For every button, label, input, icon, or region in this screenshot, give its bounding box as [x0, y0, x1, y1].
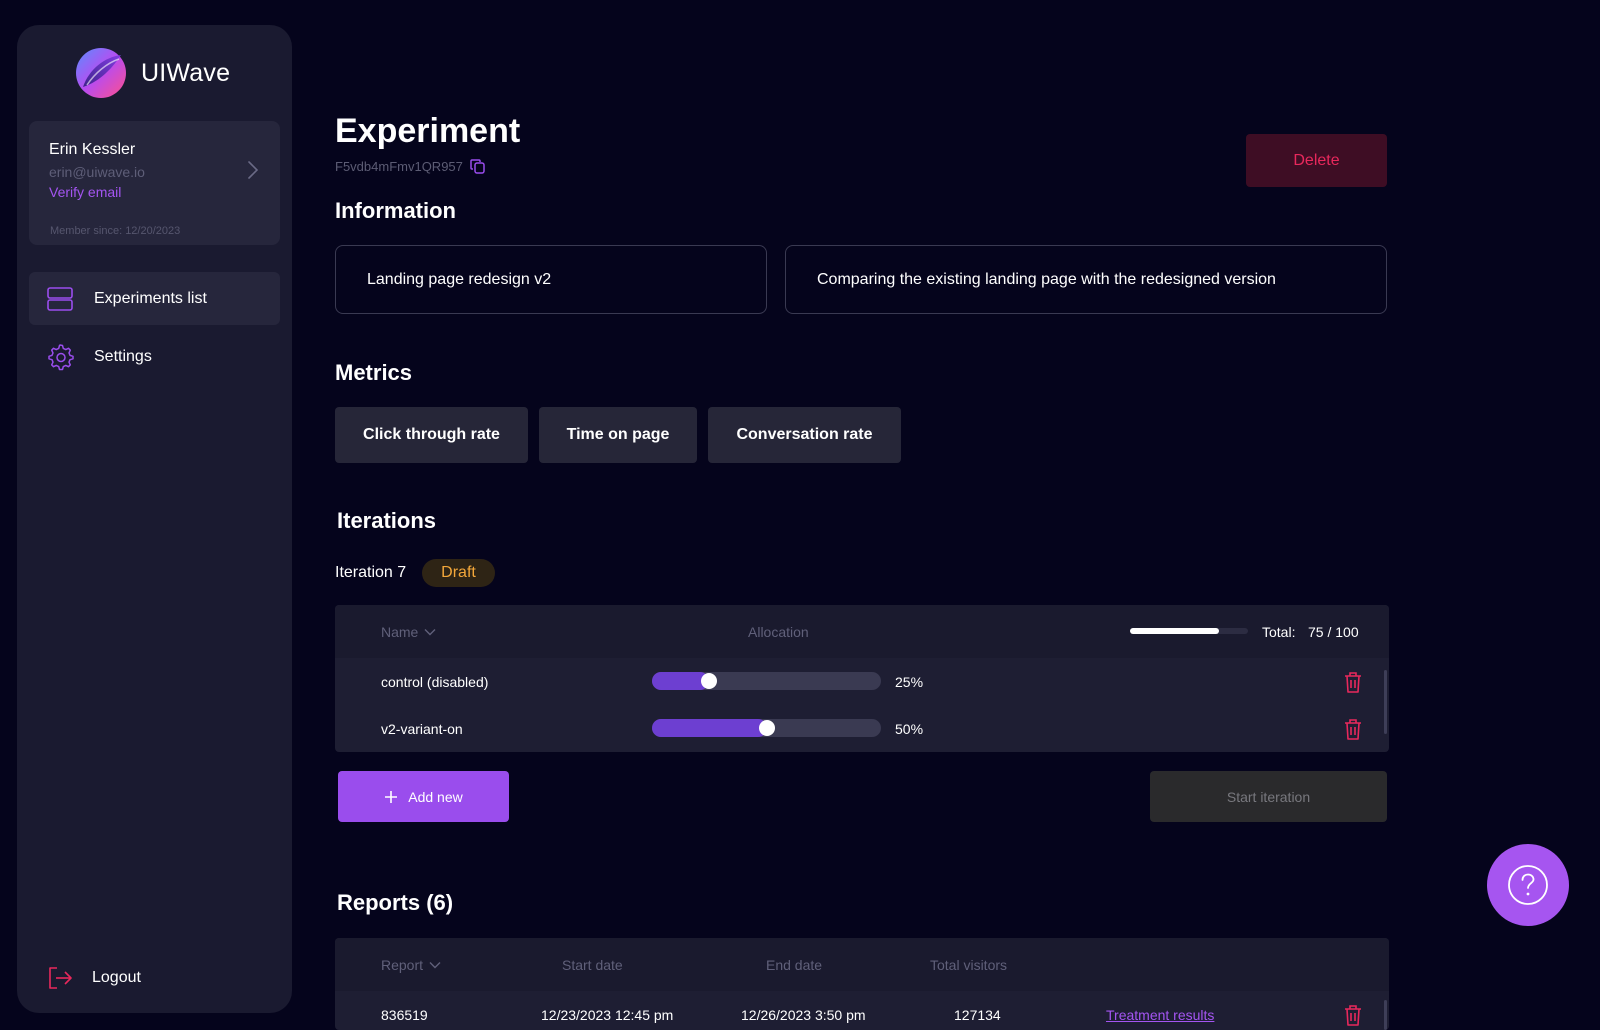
report-id: 836519 [381, 1006, 428, 1023]
trash-icon[interactable] [1342, 670, 1364, 694]
reports-table: Report Start date End date Total visitor… [335, 938, 1389, 1030]
total-allocation-bar [1130, 628, 1248, 634]
sidebar-item-settings[interactable]: Settings [29, 330, 280, 383]
reports-heading: Reports (6) [337, 890, 454, 915]
metric-chip[interactable]: Conversation rate [708, 407, 901, 463]
trash-icon[interactable] [1342, 717, 1364, 741]
help-button[interactable] [1487, 844, 1569, 926]
variant-name: control (disabled) [381, 673, 489, 690]
allocation-slider-thumb[interactable] [701, 673, 718, 689]
uiwave-logo-icon [76, 48, 126, 98]
table-row: control (disabled) 25% [335, 658, 1389, 705]
experiment-description-field[interactable]: Comparing the existing landing page with… [785, 245, 1387, 314]
brand-name: UIWave [141, 58, 231, 87]
metric-chip[interactable]: Time on page [539, 407, 697, 463]
table-row: 836519 12/23/2023 12:45 pm 12/26/2023 3:… [335, 991, 1389, 1030]
column-header-report[interactable]: Report [381, 938, 441, 991]
table-header: Report Start date End date Total visitor… [335, 938, 1389, 991]
column-label: Report [381, 956, 424, 973]
allocation-slider[interactable] [652, 719, 881, 737]
app-root: UIWave Erin Kessler erin@uiwave.io Verif… [0, 0, 1600, 1030]
treatment-results-link[interactable]: Treatment results [1106, 1007, 1214, 1023]
plus-icon [385, 790, 398, 803]
experiment-id: F5vdb4mFmv1QR957 [335, 157, 487, 175]
chevron-right-icon[interactable] [246, 159, 260, 181]
sidebar: UIWave Erin Kessler erin@uiwave.io Verif… [17, 25, 292, 1013]
iterations-heading: Iterations [337, 508, 437, 533]
variant-name: v2-variant-on [381, 720, 463, 737]
chevron-down-icon [424, 628, 436, 635]
allocation-slider-thumb[interactable] [758, 720, 775, 736]
scrollbar[interactable] [1384, 670, 1387, 734]
trash-icon[interactable] [1342, 1003, 1364, 1027]
iterations-table: Name Allocation Total: 75 / 100 control … [335, 605, 1389, 752]
column-label: Name [381, 623, 419, 640]
copy-icon[interactable] [469, 157, 487, 175]
report-visitors: 127134 [954, 1006, 1001, 1023]
total-value: 75 / 100 [1308, 623, 1359, 640]
logout-label: Logout [92, 968, 141, 986]
status-badge: Draft [422, 559, 495, 587]
experiment-name-field[interactable]: Landing page redesign v2 [335, 245, 767, 314]
metrics-heading: Metrics [335, 360, 413, 385]
delete-button[interactable]: Delete [1246, 134, 1387, 187]
column-header-allocation: Allocation [748, 623, 809, 640]
column-header-start-date: Start date [562, 956, 623, 973]
treatment-results-cell: Treatment results [1106, 991, 1214, 1030]
user-email: erin@uiwave.io [49, 164, 145, 180]
table-row: v2-variant-on 50% [335, 705, 1389, 752]
user-card[interactable]: Erin Kessler erin@uiwave.io Verify email… [29, 121, 280, 245]
scrollbar[interactable] [1384, 1000, 1387, 1030]
total-allocation-fill [1130, 628, 1219, 634]
question-icon [1508, 865, 1548, 905]
experiment-id-text: F5vdb4mFmv1QR957 [335, 158, 463, 174]
allocation-slider-fill [652, 719, 767, 737]
report-start-date: 12/23/2023 12:45 pm [541, 1006, 674, 1023]
table-header: Name Allocation Total: 75 / 100 [335, 605, 1389, 658]
add-new-button[interactable]: Add new [338, 771, 509, 822]
iteration-label: Iteration 7 [335, 564, 407, 581]
sidebar-item-label: Settings [94, 347, 152, 365]
sidebar-item-experiments-list[interactable]: Experiments list [29, 272, 280, 325]
allocation-slider[interactable] [652, 672, 881, 690]
metric-chip[interactable]: Click through rate [335, 407, 528, 463]
logout-icon [49, 966, 72, 989]
start-iteration-button[interactable]: Start iteration [1150, 771, 1387, 822]
add-new-label: Add new [408, 788, 463, 805]
sidebar-item-label: Experiments list [94, 289, 207, 307]
allocation-value: 50% [895, 720, 924, 737]
gear-icon [48, 343, 74, 370]
page-title: Experiment [335, 112, 521, 150]
column-header-total-visitors: Total visitors [930, 956, 1008, 973]
column-header-end-date: End date [766, 956, 823, 973]
user-name: Erin Kessler [49, 141, 136, 158]
brand[interactable]: UIWave [75, 47, 230, 99]
allocation-value: 25% [895, 673, 924, 690]
verify-email-link[interactable]: Verify email [49, 184, 121, 200]
total-label: Total: [1262, 623, 1296, 640]
chevron-down-icon [429, 961, 441, 968]
report-end-date: 12/26/2023 3:50 pm [741, 1006, 866, 1023]
column-header-name[interactable]: Name [381, 605, 436, 658]
logout-button[interactable]: Logout [29, 951, 280, 1004]
list-icon [47, 286, 73, 311]
member-since: Member since: 12/20/2023 [50, 225, 181, 237]
information-heading: Information [335, 198, 456, 223]
